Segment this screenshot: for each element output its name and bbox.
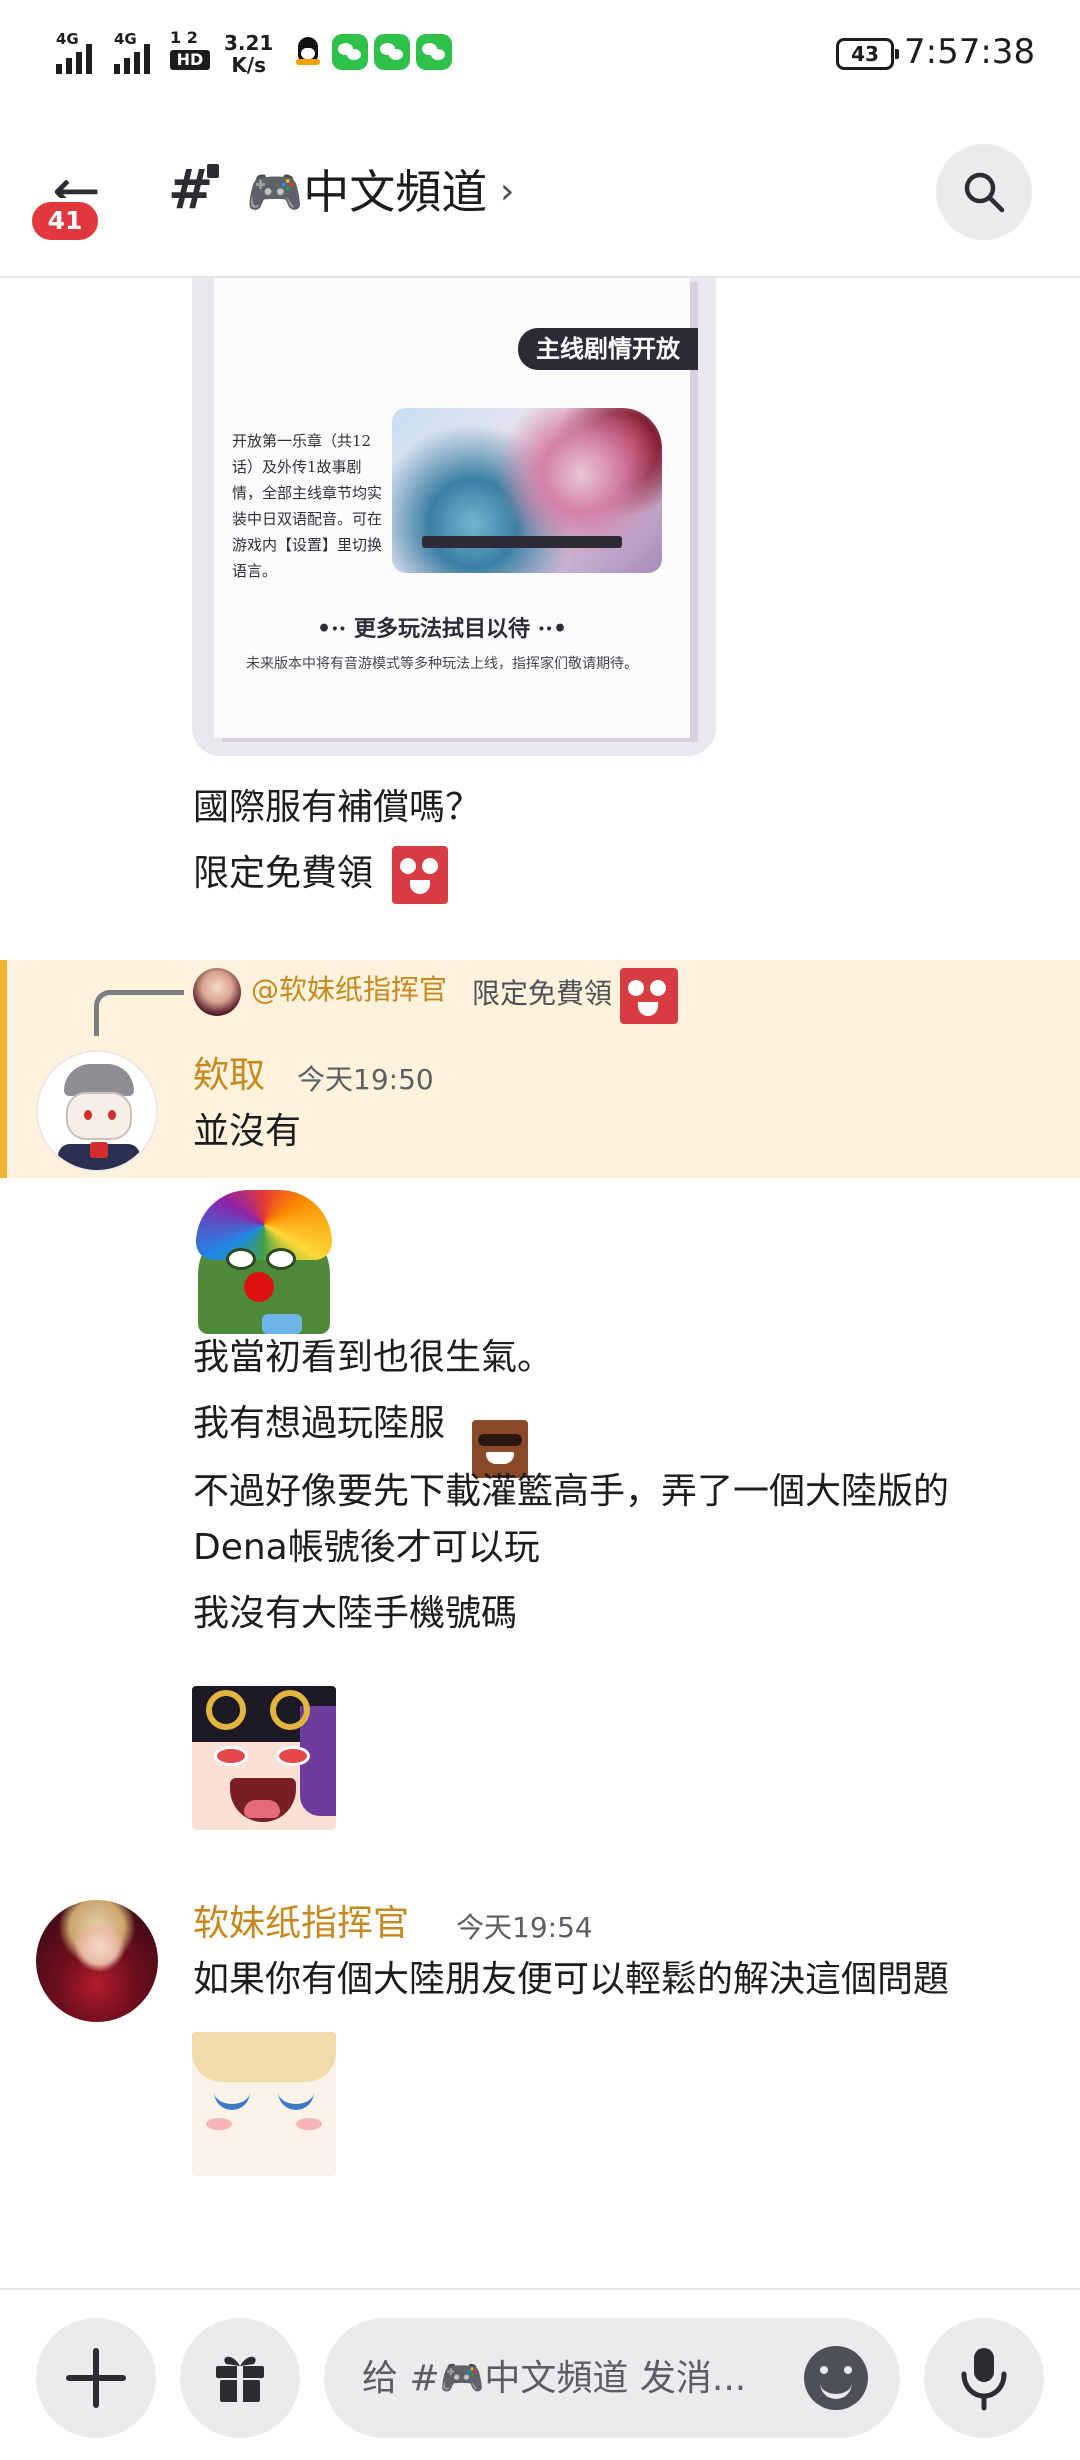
message-input-container[interactable] bbox=[324, 2318, 900, 2438]
user-avatar[interactable] bbox=[36, 1900, 158, 2022]
message-text: 如果你有個大陸朋友便可以輕鬆的解決這個問題 bbox=[193, 1959, 950, 2000]
sticker-smiling-girl[interactable] bbox=[192, 2032, 336, 2176]
reply-ref-author[interactable]: @软妹纸指挥官 bbox=[251, 968, 447, 1012]
qq-icon bbox=[290, 34, 326, 70]
gift-icon bbox=[216, 2356, 264, 2402]
message-text: 不過好像要先下載灌籃高手，弄了一個大陸版的 bbox=[193, 1471, 950, 1512]
message-text-content: 限定免費領 bbox=[193, 853, 374, 894]
channel-header: ← 41 # 🎮中文頻道 › bbox=[0, 110, 1080, 278]
message-list[interactable]: 主线剧情开放 开放第一乐章（共12话）及外传1故事剧情，全部主线章节均实装中日双… bbox=[0, 278, 1080, 2288]
poster-artwork bbox=[392, 408, 662, 573]
message-text: 國際服有補償嗎？ bbox=[193, 787, 482, 828]
add-attachment-button[interactable] bbox=[36, 2318, 156, 2438]
message-text: 並沒有 bbox=[193, 1111, 302, 1152]
poster-more-heading: •·· 更多玩法拭目以待 ··• bbox=[316, 616, 568, 642]
network-speed-unit: K/s bbox=[231, 53, 267, 77]
channel-title[interactable]: 🎮中文頻道 bbox=[246, 162, 487, 222]
reply-connector bbox=[94, 990, 184, 1036]
poster-description: 开放第一乐章（共12话）及外传1故事剧情，全部主线章节均实装中日双语配音。可在游… bbox=[232, 432, 383, 580]
message-timestamp: 今天19:54 bbox=[456, 1911, 593, 1944]
voice-message-button[interactable] bbox=[924, 2318, 1044, 2438]
network-speed-value: 3.21 bbox=[224, 31, 274, 55]
user-avatar[interactable] bbox=[36, 1050, 158, 1172]
microphone-icon bbox=[961, 2348, 1007, 2411]
custom-emoji bbox=[620, 968, 678, 1024]
custom-emoji[interactable] bbox=[392, 846, 448, 904]
sticker-laughing-girl[interactable] bbox=[192, 1686, 336, 1830]
clock: 7:57:38 bbox=[904, 32, 1036, 72]
poster-banner: 主线剧情开放 bbox=[518, 328, 698, 370]
network-speed: 3.21 K/s bbox=[224, 32, 273, 76]
message-text: 我有想過玩陸服 bbox=[193, 1403, 446, 1444]
reply-author-avatar[interactable] bbox=[193, 968, 241, 1016]
message-image-attachment[interactable]: 主线剧情开放 开放第一乐章（共12话）及外传1故事剧情，全部主线章节均实装中日双… bbox=[192, 278, 716, 756]
wechat-icon bbox=[416, 34, 452, 70]
unread-badge: 41 bbox=[28, 198, 102, 244]
message-author[interactable]: 欸取 bbox=[193, 1052, 265, 1100]
status-bar: 4G 4G 1 2 HD 3.21 K/s 43 7:57:38 bbox=[0, 0, 1080, 110]
message-text: Dena帳號後才可以玩 bbox=[193, 1527, 540, 1568]
hd-icon: 1 2 HD bbox=[170, 28, 210, 72]
locked-channel-hash-icon: # bbox=[168, 158, 220, 221]
reply-ref-preview[interactable]: 限定免費領 bbox=[472, 972, 612, 1016]
message-text: 我沒有大陸手機號碼 bbox=[193, 1593, 518, 1634]
message-text: 我當初看到也很生氣。 bbox=[193, 1337, 554, 1378]
sticker-clown-frog[interactable] bbox=[192, 1190, 336, 1334]
emoji-picker-icon[interactable] bbox=[804, 2346, 868, 2410]
message-author[interactable]: 软妹纸指挥官 bbox=[193, 1900, 409, 1948]
hd-bottom-label: HD bbox=[170, 50, 210, 70]
wechat-icon bbox=[374, 34, 410, 70]
poster-note: 未来版本中将有音游模式等多种玩法上线，指挥家们敬请期待。 bbox=[246, 656, 638, 672]
search-button[interactable] bbox=[936, 144, 1032, 240]
message-input[interactable] bbox=[362, 2318, 782, 2438]
gift-button[interactable] bbox=[180, 2318, 300, 2438]
message-timestamp: 今天19:50 bbox=[297, 1063, 434, 1096]
poster-caption-strip bbox=[422, 536, 622, 548]
wechat-icon bbox=[332, 34, 368, 70]
battery-icon: 43 bbox=[836, 38, 899, 70]
message-composer bbox=[0, 2288, 1080, 2460]
chevron-right-icon[interactable]: › bbox=[500, 164, 514, 220]
search-icon bbox=[964, 172, 1005, 213]
message-text: 限定免費領 bbox=[193, 850, 373, 898]
hd-top-label: 1 2 bbox=[170, 28, 198, 47]
